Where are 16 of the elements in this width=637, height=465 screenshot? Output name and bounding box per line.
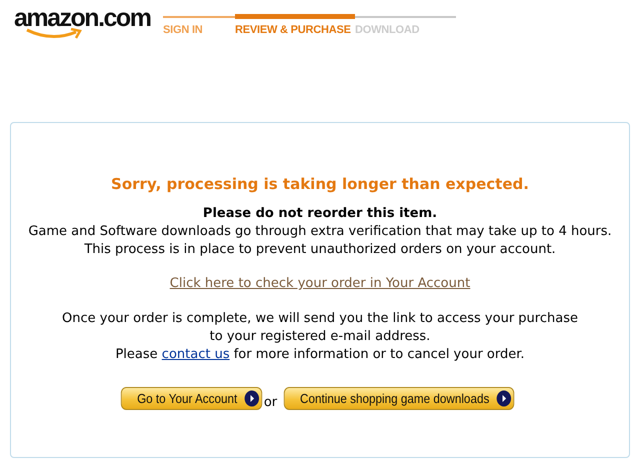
logo-text: amazon.com: [14, 6, 148, 30]
separator-text: or: [264, 395, 278, 410]
info-text: Once your order is complete, we will send you the link to access your purchase: [62, 310, 578, 328]
account-link[interactable]: Click here to check your order in Your Account: [170, 275, 470, 293]
error-heading: Sorry, processing is taking longer than expected.: [111, 175, 529, 193]
contact-link[interactable]: contact us: [162, 347, 230, 362]
contact-text: Please contact us for more information or to cancel your order.: [115, 346, 525, 364]
info-text: This process is in place to prevent unauthorized orders on your account.: [83, 241, 557, 259]
step-label: REVIEW & PURCHASE: [235, 23, 351, 36]
nav-button[interactable]: Continue shopping game downloads: [284, 387, 515, 410]
warning-text: Please do not reorder this item.: [202, 205, 438, 223]
smile-arrow-icon: [26, 28, 84, 39]
step-label: SIGN IN: [163, 23, 203, 36]
info-text: Game and Software downloads go through extra verification that may take up to 4 hours.: [28, 223, 612, 241]
info-text: to your registered e-mail address.: [208, 328, 432, 346]
nav-button[interactable]: Go to Your Account: [120, 387, 262, 410]
